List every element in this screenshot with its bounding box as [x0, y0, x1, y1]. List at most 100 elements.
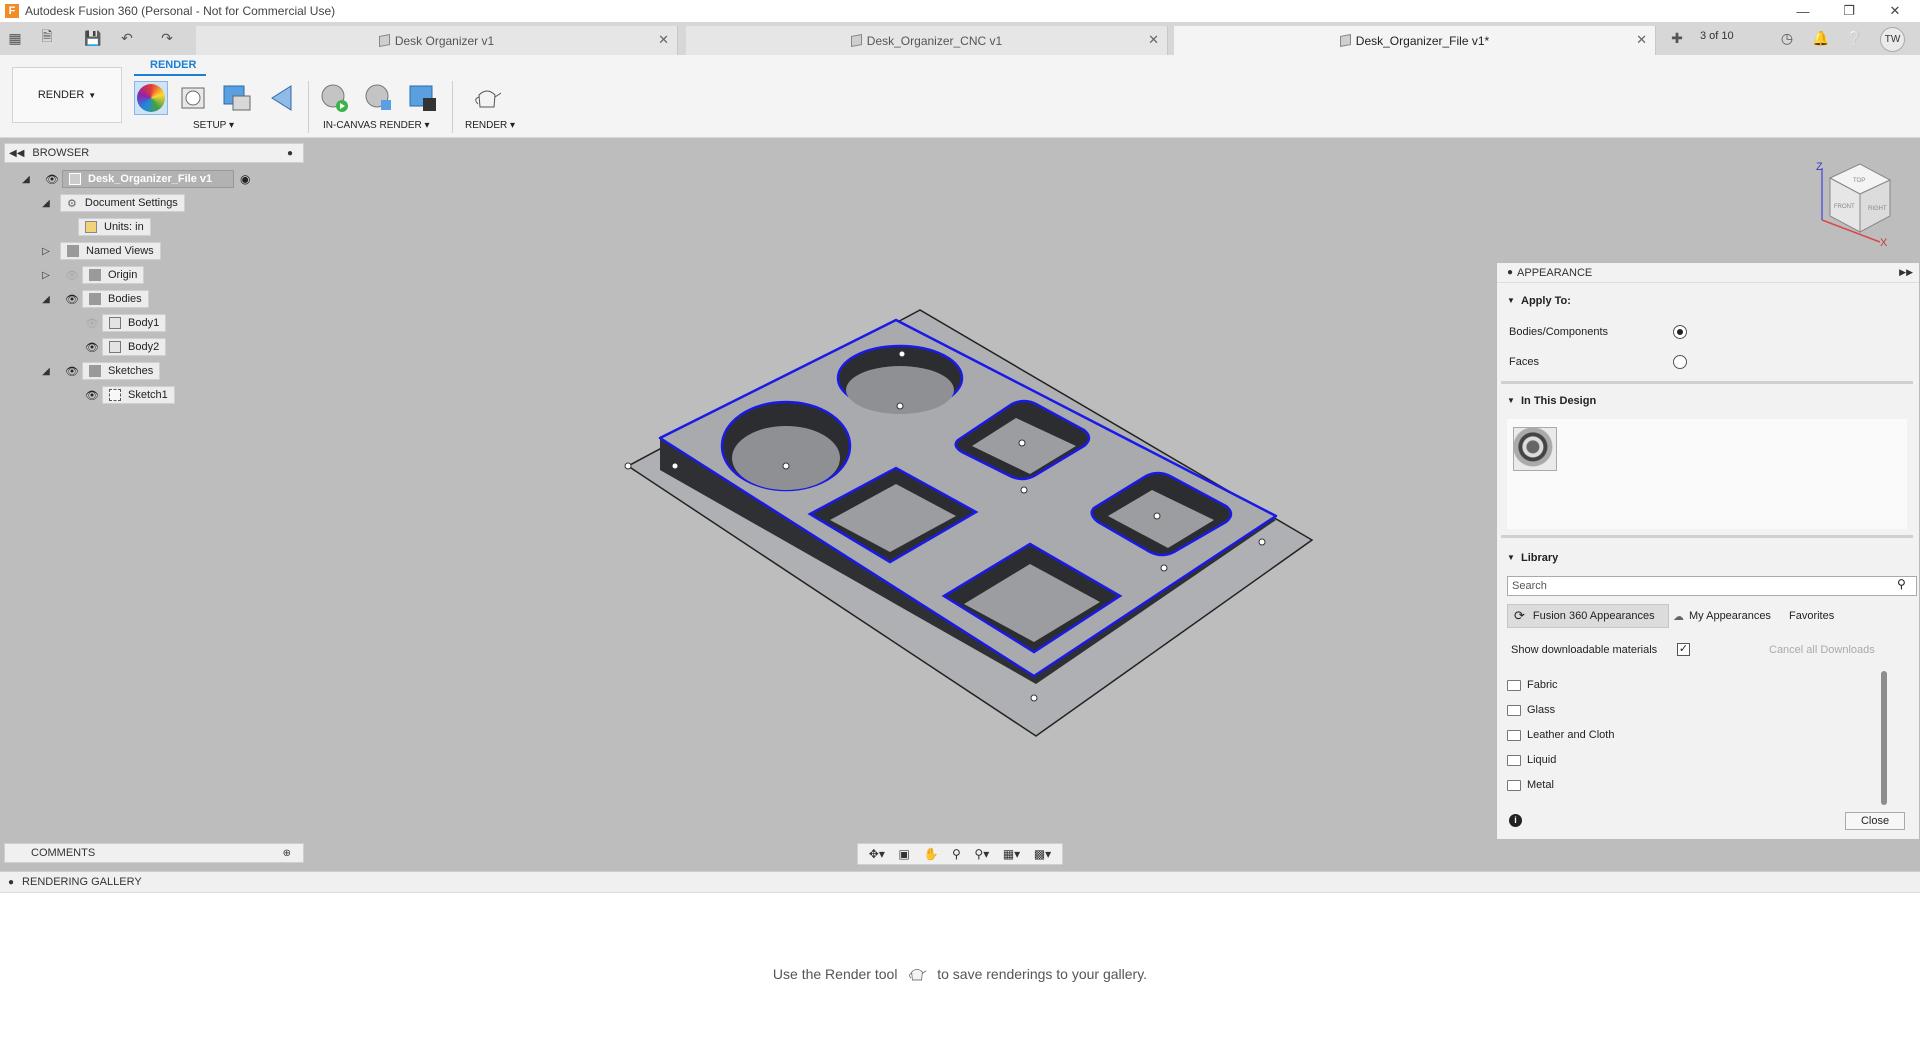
sketch-point[interactable] — [671, 462, 679, 470]
sketch-point[interactable] — [624, 462, 632, 470]
orbit-icon[interactable]: ✥▾ — [869, 847, 885, 861]
tab-close-icon[interactable]: ✕ — [1636, 32, 1647, 48]
library-scrollbar[interactable] — [1881, 671, 1887, 805]
tree-collapse-icon[interactable]: ◢ — [40, 293, 52, 305]
folder-leather-and-cloth[interactable]: Leather and Cloth — [1507, 726, 1614, 744]
folder-metal[interactable]: Metal — [1507, 776, 1554, 794]
tab-close-icon[interactable]: ✕ — [1148, 32, 1159, 48]
undo-icon[interactable]: ↶ — [116, 28, 138, 48]
physical-material-icon[interactable] — [177, 81, 211, 115]
origin-node[interactable]: Origin — [82, 266, 145, 284]
add-comment-icon[interactable]: ⊕ — [283, 848, 291, 859]
tree-collapse-icon[interactable]: ◢ — [40, 197, 52, 209]
tab-close-icon[interactable]: ✕ — [658, 32, 669, 48]
visibility-eye-icon[interactable]: 👁 — [84, 341, 100, 354]
collapse-browser-icon[interactable]: ◀◀ — [9, 148, 24, 159]
named-views-node[interactable]: Named Views — [60, 242, 161, 260]
redo-icon[interactable]: ↷ — [156, 28, 178, 48]
tab-desk-organizer[interactable]: Desk Organizer v1 ✕ — [196, 26, 678, 55]
group-label-setup[interactable]: SETUP ▾ — [193, 120, 234, 131]
sketch-point[interactable] — [782, 462, 790, 470]
appearance-color-wheel-icon[interactable] — [134, 81, 168, 115]
minimize-icon[interactable]: — — [1780, 0, 1826, 22]
view-cube[interactable]: Z X TOP FRONT RIGHT — [1810, 158, 1900, 248]
visibility-eye-icon[interactable]: 👁 — [64, 365, 80, 378]
sketch1-node[interactable]: Sketch1 — [102, 386, 175, 404]
data-panel-grid-icon[interactable]: ▦ — [4, 28, 26, 48]
look-at-icon[interactable]: ▣ — [898, 847, 909, 861]
faces-radio[interactable] — [1673, 355, 1687, 369]
tab-desk-organizer-file[interactable]: Desk_Organizer_File v1* ✕ — [1174, 26, 1656, 55]
body1-node[interactable]: Body1 — [102, 314, 167, 332]
library-search-input[interactable]: Search — [1507, 576, 1917, 596]
file-menu-icon[interactable]: 🗎 — [36, 28, 58, 48]
clock-icon[interactable]: ◷ — [1776, 28, 1798, 48]
in-canvas-render-settings-icon[interactable] — [362, 81, 396, 115]
body2-node[interactable]: Body2 — [102, 338, 167, 356]
close-button[interactable]: Close — [1845, 812, 1905, 830]
visibility-eye-hidden-icon[interactable]: 👁 — [64, 269, 80, 282]
sketch-point[interactable] — [1258, 538, 1266, 546]
tree-item-root[interactable]: ◢ 👁 Desk_Organizer_File v1 ◉ — [4, 170, 304, 188]
pan-hand-icon[interactable]: ✋ — [923, 847, 938, 861]
tab-favorites[interactable]: Favorites — [1789, 604, 1834, 628]
bodies-node[interactable]: Bodies — [82, 290, 149, 308]
chevron-down-icon[interactable]: ▼ — [1507, 396, 1515, 405]
expand-panel-icon[interactable]: ▶▶ — [1899, 267, 1913, 278]
grid-settings-icon[interactable]: ▩▾ — [1034, 847, 1051, 861]
folder-fabric[interactable]: Fabric — [1507, 676, 1558, 694]
save-icon[interactable]: 💾 — [82, 28, 104, 48]
tab-my-appearances[interactable]: ☁ My Appearances — [1673, 604, 1771, 628]
render-teapot-icon[interactable] — [470, 81, 504, 115]
group-label-in-canvas-render[interactable]: IN-CANVAS RENDER ▾ — [323, 120, 430, 131]
sketch-point[interactable] — [1160, 564, 1168, 572]
units-node[interactable]: Units: in — [78, 218, 151, 236]
refresh-icon[interactable]: ⟳ — [1514, 608, 1525, 624]
tree-collapse-icon[interactable]: ◢ — [20, 173, 32, 185]
sketch-point[interactable] — [898, 350, 906, 358]
activate-component-icon[interactable]: ◉ — [240, 172, 250, 186]
help-icon[interactable]: ❔ — [1844, 28, 1866, 48]
show-downloadable-checkbox[interactable]: ✓ — [1677, 643, 1690, 656]
visibility-eye-icon[interactable]: 👁 — [44, 173, 60, 186]
tab-render[interactable]: RENDER — [150, 59, 196, 71]
panel-collapse-icon[interactable]: ● — [1507, 267, 1513, 278]
close-icon[interactable]: ✕ — [1872, 0, 1918, 22]
sketch-point[interactable] — [1030, 694, 1038, 702]
chevron-down-icon[interactable]: ▼ — [1507, 296, 1515, 305]
texture-map-controls-icon[interactable] — [265, 81, 299, 115]
tree-expand-icon[interactable]: ▷ — [40, 245, 52, 257]
bodies-components-radio[interactable] — [1673, 325, 1687, 339]
tab-fusion-appearances[interactable]: ⟳ Fusion 360 Appearances — [1507, 604, 1669, 628]
visibility-eye-icon[interactable]: 👁 — [84, 389, 100, 402]
info-icon[interactable]: i — [1509, 814, 1522, 827]
root-component[interactable]: Desk_Organizer_File v1 — [62, 170, 234, 188]
folder-liquid[interactable]: Liquid — [1507, 751, 1556, 769]
visibility-eye-hidden-icon[interactable]: 👁 — [84, 317, 100, 330]
avatar[interactable]: TW — [1880, 27, 1905, 52]
document-settings-node[interactable]: ⚙ Document Settings — [60, 194, 185, 212]
tree-collapse-icon[interactable]: ◢ — [40, 365, 52, 377]
tree-expand-icon[interactable]: ▷ — [40, 269, 52, 281]
fit-zoom-icon[interactable]: ⚲▾ — [974, 847, 989, 861]
sketch-point[interactable] — [1020, 486, 1028, 494]
capture-image-icon[interactable] — [406, 81, 440, 115]
sketch-point[interactable] — [1153, 512, 1161, 520]
group-label-render[interactable]: RENDER ▾ — [465, 120, 515, 131]
restore-icon[interactable]: ❐ — [1826, 0, 1872, 22]
cancel-downloads-link[interactable]: Cancel all Downloads — [1769, 644, 1875, 656]
workspace-switcher-button[interactable]: RENDER ▼ — [12, 67, 122, 123]
browser-pin-icon[interactable]: ● — [287, 148, 293, 159]
sketch-point[interactable] — [896, 402, 904, 410]
chevron-down-icon[interactable]: ▼ — [1507, 553, 1515, 562]
material-thumbnail[interactable] — [1513, 427, 1557, 471]
in-canvas-render-icon[interactable] — [318, 81, 352, 115]
folder-glass[interactable]: Glass — [1507, 701, 1555, 719]
tab-counter[interactable]: 3 of 10 — [1700, 30, 1734, 42]
tab-desk-organizer-cnc[interactable]: Desk_Organizer_CNC v1 ✕ — [686, 26, 1168, 55]
zoom-icon[interactable]: ⚲ — [952, 847, 961, 861]
notification-bell-icon[interactable]: 🔔 — [1810, 28, 1832, 48]
scene-settings-icon[interactable] — [220, 81, 254, 115]
gallery-collapse-icon[interactable]: ● — [8, 877, 14, 888]
visibility-eye-icon[interactable]: 👁 — [64, 293, 80, 306]
